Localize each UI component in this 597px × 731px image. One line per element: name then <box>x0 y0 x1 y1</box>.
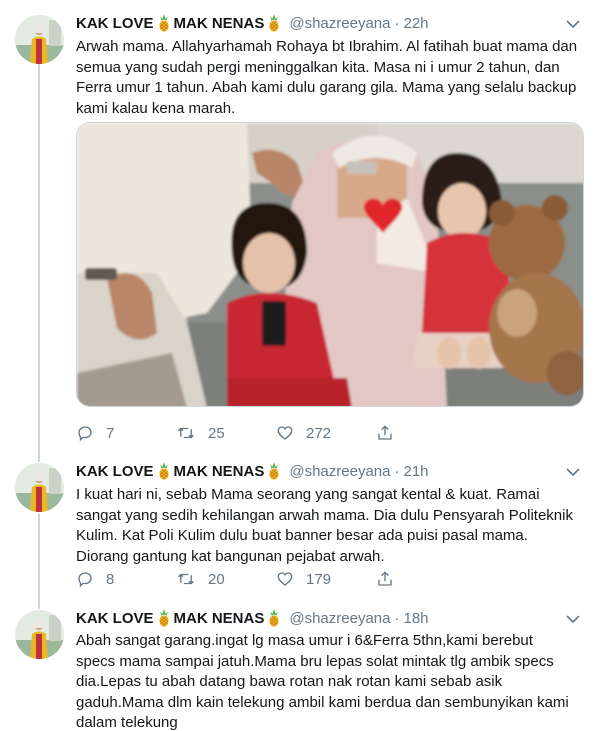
pineapple-icon <box>156 609 172 627</box>
pineapple-icon <box>156 14 172 32</box>
reply-count: 8 <box>106 570 115 588</box>
timestamp[interactable]: 22h <box>403 15 428 32</box>
pineapple-icon <box>266 462 282 480</box>
heart-icon <box>277 572 293 586</box>
reply-icon <box>78 426 92 442</box>
display-name[interactable]: KAK LOVE <box>76 15 154 32</box>
tweet-text: Arwah mama. Allahyarhamah Rohaya bt Ibra… <box>76 38 578 117</box>
retweet-button[interactable]: 20 <box>176 570 276 588</box>
reply-button[interactable]: 8 <box>76 570 176 588</box>
display-name[interactable]: KAK LOVE <box>76 463 154 480</box>
display-name-2[interactable]: MAK NENAS <box>174 463 265 480</box>
retweet-icon <box>178 573 194 585</box>
avatar[interactable] <box>15 463 64 512</box>
chevron-down-icon[interactable] <box>565 611 581 627</box>
display-name-2[interactable]: MAK NENAS <box>174 610 265 627</box>
heart-icon <box>277 426 293 440</box>
share-button[interactable] <box>376 570 476 588</box>
retweet-count: 25 <box>208 424 225 442</box>
handle[interactable]: @shazreeyana <box>289 610 390 627</box>
separator: · <box>394 462 400 480</box>
separator: · <box>394 609 400 627</box>
share-icon <box>378 571 392 586</box>
tweet-3[interactable]: KAK LOVE MAK NENAS @shazreeyana · 18h Ab… <box>0 601 597 731</box>
handle[interactable]: @shazreeyana <box>289 15 390 32</box>
like-button[interactable]: 272 <box>276 424 376 442</box>
tweet-2[interactable]: KAK LOVE MAK NENAS @shazreeyana · 21h I … <box>0 452 597 601</box>
display-name[interactable]: KAK LOVE <box>76 610 154 627</box>
pineapple-icon <box>266 14 282 32</box>
timestamp[interactable]: 18h <box>403 610 428 627</box>
separator: · <box>394 14 400 32</box>
thread-line <box>38 514 40 601</box>
avatar[interactable] <box>15 610 64 659</box>
thread-line <box>38 62 40 452</box>
chevron-down-icon[interactable] <box>565 16 581 32</box>
tweet-1[interactable]: KAK LOVE MAK NENAS @shazreeyana · 22h Ar… <box>0 0 597 452</box>
tweet-actions: 8 20 179 <box>76 568 476 590</box>
tweet-photo[interactable] <box>76 122 584 407</box>
reply-button[interactable]: 7 <box>76 424 176 442</box>
chevron-down-icon[interactable] <box>565 464 581 480</box>
avatar[interactable] <box>15 15 64 64</box>
retweet-icon <box>178 427 194 439</box>
thread-line <box>38 452 40 462</box>
like-count: 272 <box>306 424 332 442</box>
tweet-text: I kuat hari ni, sebab Mama seorang yang … <box>76 486 573 565</box>
tweet-actions: 7 25 272 <box>76 422 476 444</box>
retweet-button[interactable]: 25 <box>176 424 276 442</box>
pineapple-icon <box>266 609 282 627</box>
share-icon <box>378 425 392 440</box>
like-button[interactable]: 179 <box>276 570 376 588</box>
timestamp[interactable]: 21h <box>403 463 428 480</box>
thread-line <box>38 601 40 609</box>
handle[interactable]: @shazreeyana <box>289 463 390 480</box>
display-name-2[interactable]: MAK NENAS <box>174 15 265 32</box>
tweet-text: Abah sangat garang.ingat lg masa umur i … <box>76 632 569 731</box>
retweet-count: 20 <box>208 570 225 588</box>
share-button[interactable] <box>376 424 476 442</box>
reply-icon <box>78 572 92 588</box>
reply-count: 7 <box>106 424 115 442</box>
pineapple-icon <box>156 462 172 480</box>
like-count: 179 <box>306 570 332 588</box>
